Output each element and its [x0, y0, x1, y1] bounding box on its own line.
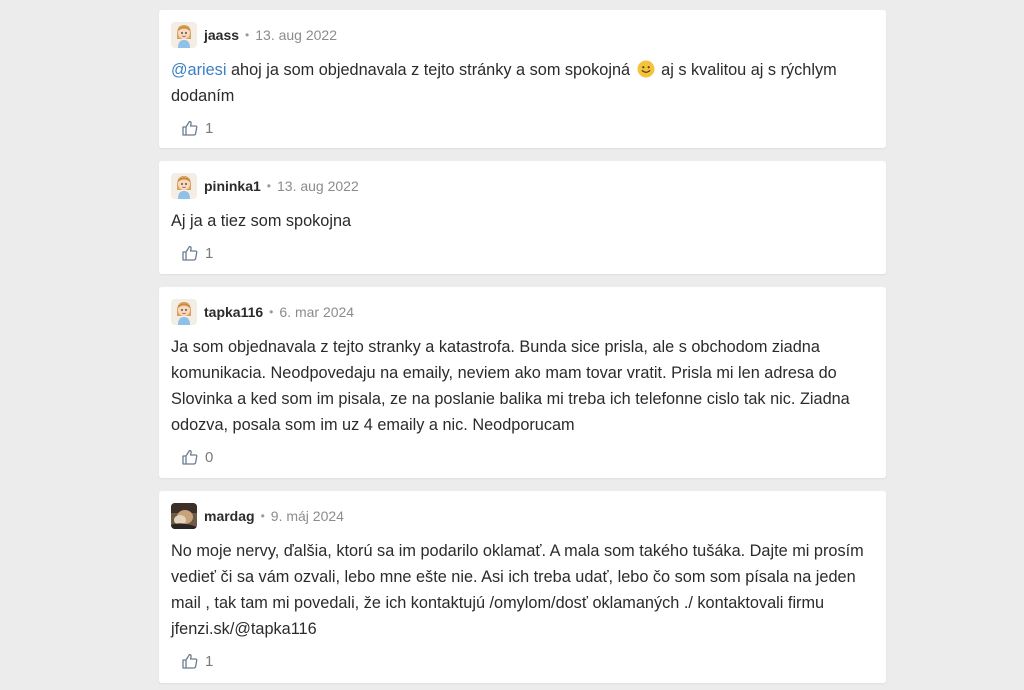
comment-username[interactable]: jaass [204, 27, 239, 43]
comment-header: tapka116 • 6. mar 2024 [171, 299, 874, 325]
comment-date: 9. máj 2024 [270, 508, 344, 524]
comment-feed: jaass • 13. aug 2022 @ariesi ahoj ja som… [159, 10, 886, 683]
comment-text: Ja som objednavala z tejto stranky a kat… [171, 338, 850, 434]
like-count: 1 [205, 652, 214, 670]
comment-text-part: ahoj ja som objednavala z tejto stránky … [226, 61, 631, 79]
thumbs-up-icon[interactable] [181, 119, 199, 137]
thumbs-up-icon[interactable] [181, 652, 199, 670]
comment-username[interactable]: tapka116 [204, 304, 263, 320]
like-count: 0 [205, 448, 214, 466]
comment-footer: 0 [171, 446, 874, 468]
comment-header: pininka1 • 13. aug 2022 [171, 173, 874, 199]
comment-card: tapka116 • 6. mar 2024 Ja som objednaval… [159, 287, 886, 478]
comment-card: mardag • 9. máj 2024 No moje nervy, ďalš… [159, 491, 886, 683]
comment-footer: 1 [171, 242, 874, 264]
meta-separator: • [245, 28, 250, 42]
comment-card: jaass • 13. aug 2022 @ariesi ahoj ja som… [159, 10, 886, 148]
comment-footer: 1 [171, 650, 874, 672]
like-count: 1 [205, 119, 214, 137]
comment-footer: 1 [171, 117, 874, 139]
comment-text: @ariesi ahoj ja som objednavala z tejto … [171, 57, 874, 109]
comment-header: jaass • 13. aug 2022 [171, 22, 874, 48]
comment-username[interactable]: mardag [204, 508, 255, 524]
meta-separator: • [266, 179, 271, 193]
girl-avatar-icon[interactable] [171, 22, 197, 48]
comment-date: 6. mar 2024 [279, 304, 355, 320]
thumbs-up-icon[interactable] [181, 448, 199, 466]
comment-text: No moje nervy, ďalšia, ktorú sa im podar… [171, 542, 864, 638]
comment-header: mardag • 9. máj 2024 [171, 503, 874, 529]
meta-separator: • [269, 305, 274, 319]
comment-date: 13. aug 2022 [255, 27, 337, 43]
comment-date: 13. aug 2022 [277, 178, 359, 194]
photo-avatar[interactable] [171, 503, 197, 529]
like-count: 1 [205, 244, 214, 262]
comment-username[interactable]: pininka1 [204, 178, 261, 194]
smiling-face-emoji-icon [637, 60, 655, 78]
girl-avatar-icon[interactable] [171, 173, 197, 199]
comment-card: pininka1 • 13. aug 2022 Aj ja a tiez som… [159, 161, 886, 274]
girl-avatar-icon[interactable] [171, 299, 197, 325]
user-mention-link[interactable]: @ariesi [171, 61, 226, 79]
meta-separator: • [260, 509, 265, 523]
thumbs-up-icon[interactable] [181, 244, 199, 262]
comment-text: Aj ja a tiez som spokojna [171, 212, 352, 230]
